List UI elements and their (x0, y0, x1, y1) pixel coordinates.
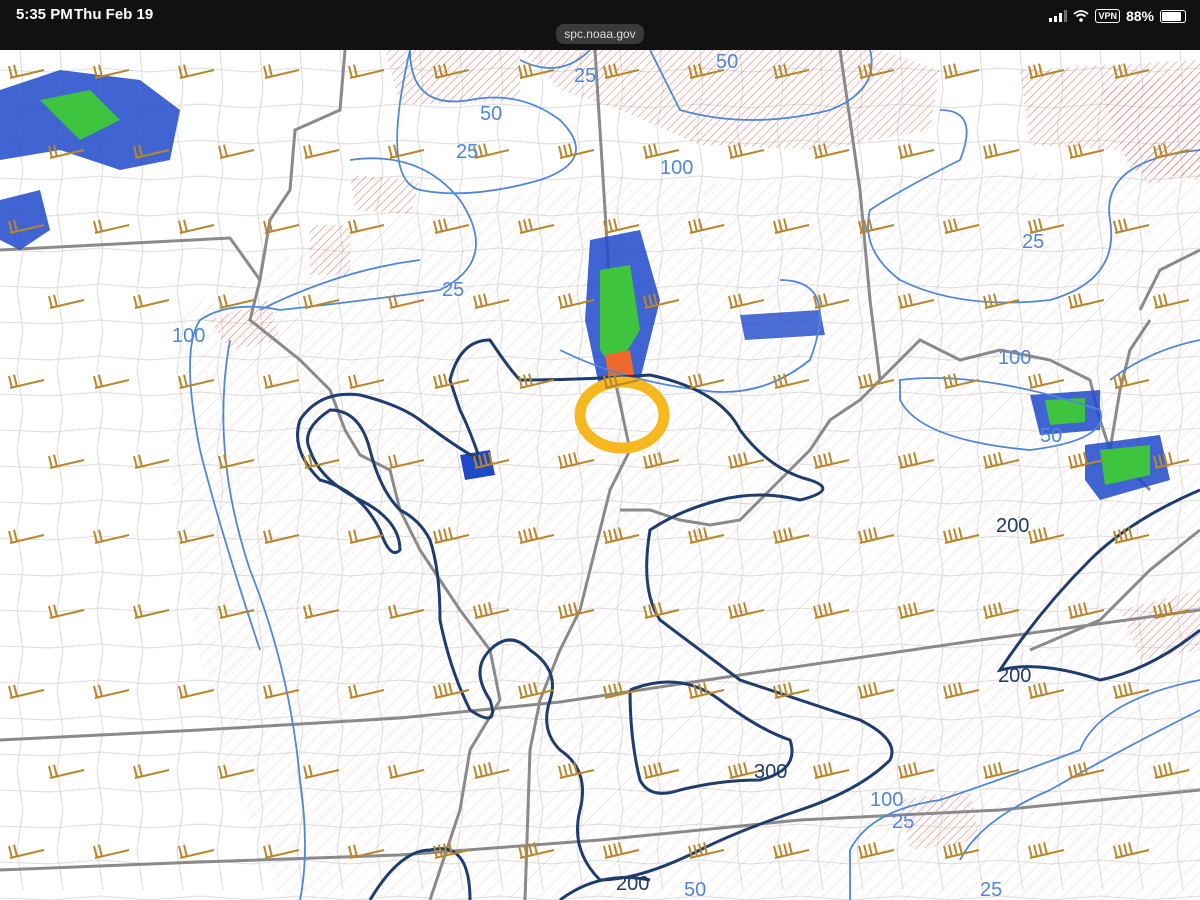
wind-barb (93, 844, 130, 859)
status-bar: 5:35 PM Thu Feb 19 spc.noaa.gov VPN 88% (0, 0, 1200, 50)
status-indicators: VPN 88% (1049, 6, 1186, 26)
wind-barb (133, 454, 170, 469)
contour-label: 25 (1022, 231, 1044, 253)
contour-label: 25 (442, 279, 464, 301)
wind-barb (388, 144, 425, 159)
contour-label: 50 (1040, 425, 1062, 447)
url-bar[interactable]: spc.noaa.gov (556, 24, 644, 44)
wind-barb (178, 219, 215, 234)
status-time: 5:35 PM (16, 6, 73, 23)
wind-barb (473, 143, 510, 159)
contour-label: 100 (660, 157, 693, 179)
wind-barb (48, 294, 85, 309)
map-canvas: 50 25 50 25 100 25 25 100 100 50 100 25 … (0, 50, 1200, 900)
contour-label: 100 (998, 347, 1031, 369)
battery-percent: 88% (1125, 8, 1154, 24)
contour-label: 25 (980, 879, 1002, 900)
contour-label: 25 (892, 811, 914, 833)
wifi-icon (1073, 10, 1090, 22)
weather-map: 50 25 50 25 100 25 25 100 100 50 100 25 … (0, 50, 1200, 900)
wind-barb (178, 64, 215, 79)
contour-label: 300 (754, 761, 787, 783)
wind-barb (8, 374, 45, 389)
wind-barb (643, 143, 680, 159)
contour-label: 50 (684, 879, 706, 900)
wind-barb (8, 844, 45, 859)
status-date: Thu Feb 19 (74, 6, 154, 23)
wind-barb (133, 764, 170, 779)
wind-barb (178, 844, 215, 859)
county-line (16, 50, 24, 891)
wind-barb (8, 684, 45, 699)
wind-barb (263, 64, 300, 79)
contour-label: 200 (996, 515, 1029, 537)
wind-barb (93, 64, 130, 79)
contour-label: 25 (574, 65, 596, 87)
battery-icon (1160, 9, 1186, 23)
wind-barb (93, 374, 130, 389)
contour-label: 200 (616, 873, 649, 895)
wind-barb (133, 294, 170, 309)
county-line (56, 50, 64, 891)
wind-barb (48, 764, 85, 779)
county-line (136, 50, 144, 891)
contour-label: 200 (998, 665, 1031, 687)
wind-barb (93, 684, 130, 699)
vpn-badge: VPN (1095, 9, 1120, 23)
contour-label: 50 (716, 51, 738, 73)
contour-label: 100 (870, 789, 903, 811)
contour-label: 100 (172, 325, 205, 347)
wind-barb (303, 144, 340, 159)
wind-barb (218, 144, 255, 159)
wind-barb (898, 143, 935, 159)
wind-barb (983, 143, 1020, 159)
contour-label: 50 (480, 103, 502, 125)
wind-barb (8, 529, 45, 544)
contour-label: 25 (456, 141, 478, 163)
cellular-signal-icon (1049, 10, 1068, 22)
